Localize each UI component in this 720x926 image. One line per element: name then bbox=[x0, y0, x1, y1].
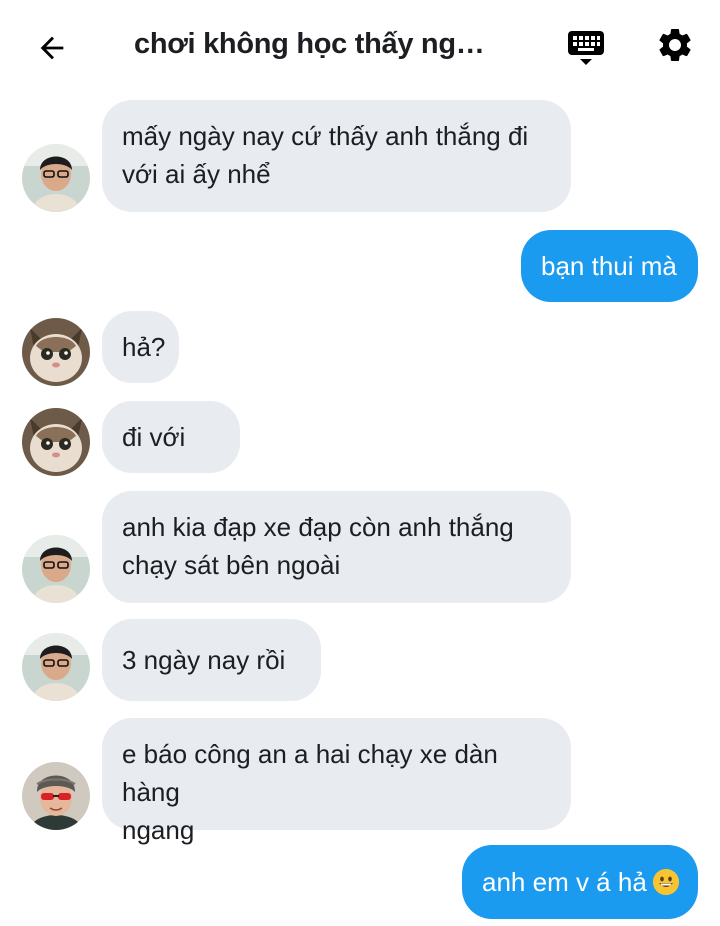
message-row: anh kia đạp xe đạp còn anh thắng chạy sá… bbox=[0, 491, 720, 603]
chat-title[interactable]: chơi không học thấy người… bbox=[134, 28, 504, 61]
message-line: anh kia đạp xe đạp còn anh thắng bbox=[122, 512, 514, 542]
message-row: bạn thui mà bbox=[0, 230, 720, 302]
message-line: bạn thui mà bbox=[541, 251, 677, 281]
boy-glasses-avatar[interactable] bbox=[22, 633, 90, 701]
arrow-left-icon bbox=[40, 36, 64, 60]
message-row: mấy ngày nay cứ thấy anh thắng đi với ai… bbox=[0, 100, 720, 212]
message-row: đi với ai? bbox=[0, 401, 720, 524]
message-line: hả? bbox=[122, 332, 166, 362]
message-row: 3 ngày nay rồi á bbox=[0, 619, 720, 757]
message-line: với ai ấy nhể bbox=[122, 159, 271, 189]
keyboard-icon bbox=[568, 31, 604, 65]
cat-avatar[interactable] bbox=[22, 408, 90, 476]
grinning-face-emoji bbox=[652, 869, 679, 895]
incoming-message-bubble[interactable]: đi với ai? bbox=[102, 401, 240, 524]
incoming-message-bubble[interactable]: mấy ngày nay cứ thấy anh thắng đi với ai… bbox=[102, 100, 571, 212]
message-row: hả? bbox=[0, 311, 720, 386]
message-line: chạy sát bên ngoài bbox=[122, 550, 341, 580]
boy-glasses-avatar[interactable] bbox=[22, 144, 90, 212]
incoming-message-bubble[interactable]: e báo công an a hai chạy xe dàn hàng nga… bbox=[102, 718, 571, 845]
keyboard-button[interactable] bbox=[562, 24, 610, 72]
message-line: e báo công an a hai chạy xe dàn hàng bbox=[122, 739, 498, 807]
cat-avatar[interactable] bbox=[22, 318, 90, 386]
message-row: anh em v á hả bbox=[0, 845, 720, 919]
message-line: anh em v á hả bbox=[482, 867, 647, 897]
message-line: ngang bbox=[122, 815, 195, 845]
boy-glasses-avatar[interactable] bbox=[22, 535, 90, 603]
settings-button[interactable] bbox=[652, 22, 698, 68]
incoming-message-bubble[interactable]: anh kia đạp xe đạp còn anh thắng chạy sá… bbox=[102, 491, 571, 603]
red-sunglasses-avatar[interactable] bbox=[22, 762, 90, 830]
back-button[interactable] bbox=[28, 24, 76, 72]
gear-icon bbox=[659, 28, 691, 61]
chat-header: chơi không học thấy người… bbox=[0, 0, 720, 92]
outgoing-message-bubble[interactable]: bạn thui mà bbox=[521, 230, 698, 302]
message-row: e báo công an a hai chạy xe dàn hàng nga… bbox=[0, 718, 720, 845]
message-line: mấy ngày nay cứ thấy anh thắng đi bbox=[122, 121, 529, 151]
incoming-message-bubble[interactable]: hả? bbox=[102, 311, 179, 383]
incoming-message-bubble[interactable]: 3 ngày nay rồi á bbox=[102, 619, 321, 757]
outgoing-message-bubble[interactable]: anh em v á hả bbox=[462, 845, 698, 919]
